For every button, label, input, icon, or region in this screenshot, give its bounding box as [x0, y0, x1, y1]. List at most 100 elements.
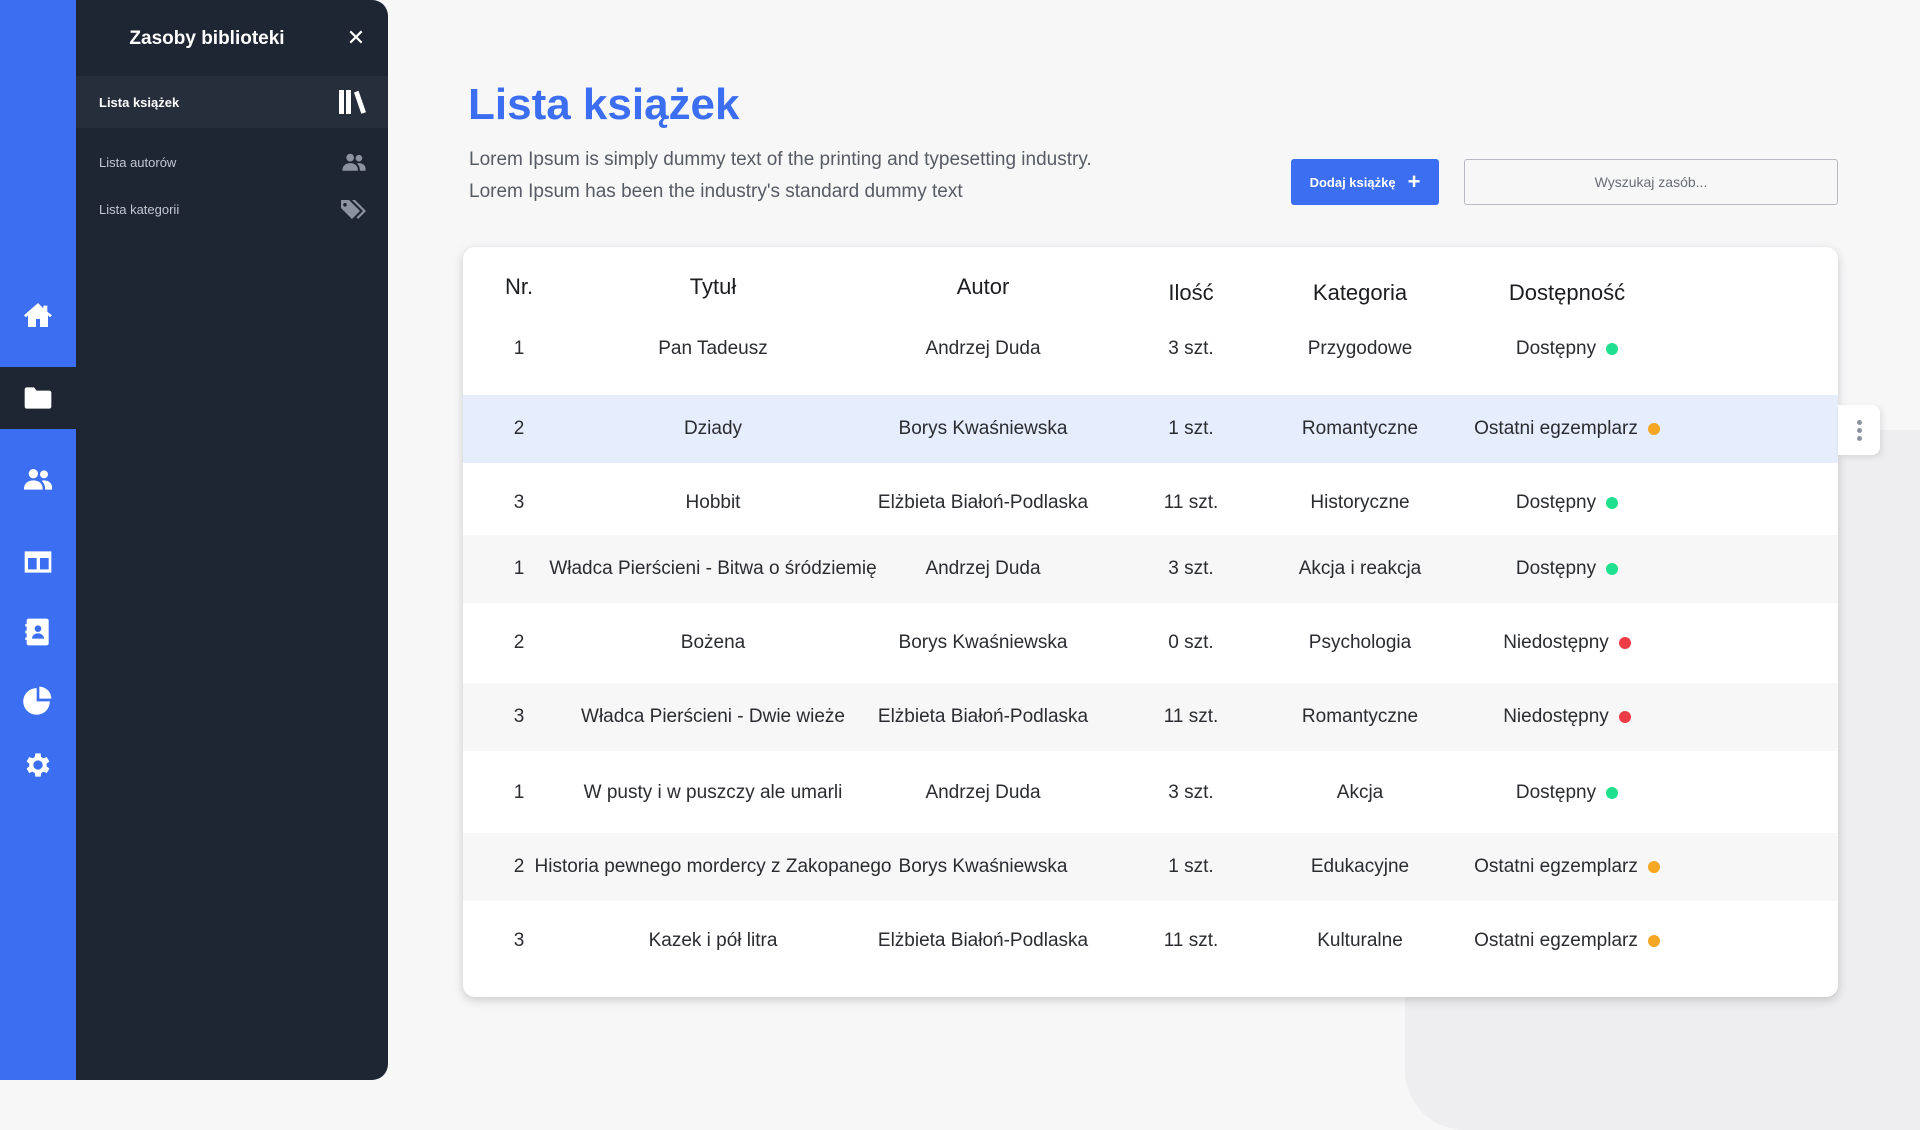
status-dot — [1606, 497, 1619, 509]
cell-category: Edukacyjne — [1310, 856, 1410, 877]
home-icon — [24, 303, 52, 327]
status-dot — [1647, 935, 1660, 947]
contact-book-icon — [25, 618, 49, 646]
panel-item-label: Lista kategorii — [99, 201, 180, 217]
cell-title: Władca Pierścieni - Bitwa o śródziemię — [549, 558, 877, 579]
layout-icon — [24, 551, 52, 573]
cell-quantity: 3 szt. — [1168, 338, 1214, 359]
cell-quantity: 1 szt. — [1168, 418, 1214, 439]
cell-quantity: 11 szt. — [1163, 706, 1219, 727]
cell-category: Akcja i reakcja — [1298, 558, 1422, 579]
cell-title: Historia pewnego mordercy z Zakopanego — [534, 856, 892, 877]
cell-author: Andrzej Duda — [925, 338, 1041, 359]
add-book-button[interactable]: Dodaj książkę + — [1291, 159, 1439, 205]
cell-availability: Dostępny — [1453, 535, 1681, 603]
more-vertical-icon[interactable] — [1838, 405, 1880, 455]
users-icon — [342, 153, 366, 171]
cell-title: Hobbit — [685, 492, 741, 513]
table-row[interactable]: 3 Władca Pierścieni - Dwie wieże Elżbieta … — [463, 683, 1838, 751]
availability-label: Dostępny — [1515, 338, 1597, 359]
gear-icon — [26, 753, 50, 777]
users-icon — [24, 469, 52, 490]
page-title: Lista książek — [468, 80, 740, 129]
cell-availability: Dostępny — [1453, 315, 1681, 383]
icon-rail — [0, 0, 76, 1080]
table-row[interactable]: 3 Kazek i pół litra Elżbieta Białoń-Podlas… — [463, 907, 1838, 975]
close-icon[interactable]: ✕ — [344, 26, 368, 50]
cell-nr: 3 — [513, 706, 525, 727]
table-row[interactable]: 1 Władca Pierścieni - Bitwa o śródziemię A… — [463, 535, 1838, 603]
cell-nr: 1 — [513, 782, 525, 803]
status-dot — [1647, 423, 1660, 435]
cell-availability: Ostatni egzemplarz — [1453, 907, 1681, 975]
cell-quantity: 1 szt. — [1168, 856, 1214, 877]
table-row[interactable]: 2 Bożena Borys Kwaśniewska 0 szt. Psychologi… — [463, 609, 1838, 677]
panel-item-label: Lista książek — [99, 94, 180, 110]
books-icon — [339, 90, 366, 114]
cell-title: W pusty i w puszczy ale umarli — [583, 782, 843, 803]
availability-label: Dostępny — [1515, 782, 1597, 803]
rail-users[interactable] — [0, 448, 76, 510]
rail-home[interactable] — [0, 284, 76, 346]
panel-item-books[interactable]: Lista książek — [76, 76, 388, 128]
availability-label: Ostatni egzemplarz — [1474, 930, 1638, 951]
rail-contacts[interactable] — [0, 601, 76, 663]
cell-category: Akcja — [1336, 782, 1384, 803]
cell-title: Dziady — [683, 418, 743, 439]
panel-item-authors[interactable]: Lista autorów — [76, 136, 388, 188]
cell-title: Władca Pierścieni - Dwie wieże — [581, 706, 845, 727]
cell-author: Elżbieta Białoń-Podlaska — [877, 930, 1089, 951]
availability-label: Dostępny — [1515, 492, 1597, 513]
rail-layout[interactable] — [0, 531, 76, 593]
cell-category: Romantyczne — [1301, 418, 1419, 439]
cell-category: Przygodowe — [1307, 338, 1413, 359]
panel-title: Zasoby biblioteki — [129, 28, 285, 49]
panel-item-label: Lista autorów — [99, 154, 177, 170]
cell-availability: Niedostępny — [1453, 683, 1681, 751]
rail-folder[interactable] — [0, 367, 76, 429]
cell-category: Kulturalne — [1317, 930, 1403, 951]
page-description: Lorem Ipsum is simply dummy text of the … — [469, 144, 1169, 208]
search-input[interactable] — [1464, 159, 1838, 205]
cell-category: Psychologia — [1308, 632, 1412, 653]
table-row[interactable]: 2 Dziady Borys Kwaśniewska 1 szt. Romantyczn… — [463, 395, 1838, 463]
availability-label: Ostatni egzemplarz — [1474, 418, 1638, 439]
tags-icon — [341, 200, 366, 219]
status-dot — [1618, 637, 1631, 649]
cell-availability: Ostatni egzemplarz — [1453, 833, 1681, 901]
cell-quantity: 11 szt. — [1163, 492, 1219, 513]
cell-author: Elżbieta Białoń-Podlaska — [877, 492, 1089, 513]
pie-chart-icon — [23, 686, 52, 715]
cell-category: Romantyczne — [1301, 706, 1419, 727]
cell-author: Andrzej Duda — [925, 558, 1041, 579]
cell-availability: Dostępny — [1453, 759, 1681, 827]
add-book-label: Dodaj książkę — [1309, 174, 1396, 190]
table-row[interactable]: 2 Historia pewnego mordercy z Zakopanego B… — [463, 833, 1838, 901]
cell-nr: 2 — [513, 632, 525, 653]
cell-quantity: 11 szt. — [1163, 930, 1219, 951]
status-dot — [1618, 711, 1631, 723]
cell-title: Kazek i pół litra — [648, 930, 778, 951]
folder-icon — [24, 387, 52, 409]
cell-title: Pan Tadeusz — [658, 338, 768, 359]
description-line: Lorem Ipsum is simply dummy text of the … — [469, 149, 1092, 170]
availability-label: Ostatni egzemplarz — [1474, 856, 1638, 877]
status-dot — [1606, 787, 1619, 799]
cell-availability: Niedostępny — [1453, 609, 1681, 677]
status-dot — [1647, 861, 1660, 873]
cell-category: Historyczne — [1310, 492, 1410, 513]
table-row[interactable]: 1 W pusty i w puszczy ale umarli Andrzej D… — [463, 759, 1838, 827]
cell-availability: Ostatni egzemplarz — [1453, 395, 1681, 463]
cell-author: Borys Kwaśniewska — [898, 418, 1068, 439]
cell-nr: 2 — [513, 418, 525, 439]
cell-nr: 1 — [513, 338, 525, 359]
cell-author: Elżbieta Białoń-Podlaska — [877, 706, 1089, 727]
table-row[interactable]: 1 Pan Tadeusz Andrzej Duda 3 szt. Przygodowe… — [463, 315, 1838, 383]
rail-reports[interactable] — [0, 669, 76, 731]
panel-item-categories[interactable]: Lista kategorii — [76, 183, 388, 235]
table-row[interactable]: 3 Hobbit Elżbieta Białoń-Podlaska 11 szt. Hi… — [463, 469, 1838, 537]
cell-quantity: 3 szt. — [1168, 558, 1214, 579]
rail-settings[interactable] — [0, 734, 76, 796]
status-dot — [1606, 343, 1619, 355]
cell-quantity: 0 szt. — [1168, 632, 1214, 653]
